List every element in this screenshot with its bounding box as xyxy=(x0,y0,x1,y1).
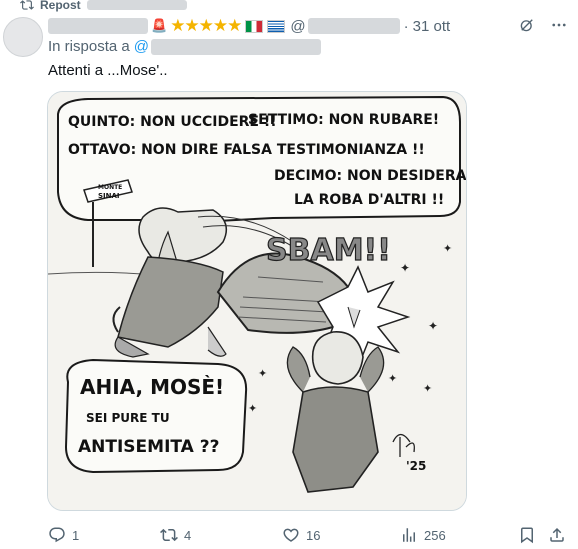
tweet-actions: 1 4 16 256 xyxy=(48,524,568,546)
svg-text:✦: ✦ xyxy=(423,383,432,395)
views-icon xyxy=(403,528,415,542)
comic-illustration: QUINTO: NON UCCIDERE !! SETTIMO: NON RUB… xyxy=(48,92,466,510)
reply-at[interactable]: @ xyxy=(134,38,149,55)
bubble-bottom-line3: ANTISEMITA ?? xyxy=(78,437,219,457)
reply-icon xyxy=(49,527,65,543)
reply-prefix: In risposta a xyxy=(48,38,130,55)
sign-text-sinai: SINAI xyxy=(98,192,120,200)
handle-at: @ xyxy=(290,17,306,35)
bookmark-action[interactable] xyxy=(518,526,536,544)
svg-text:✦: ✦ xyxy=(248,403,257,415)
repost-icon xyxy=(20,0,34,10)
repost-count: 4 xyxy=(184,527,192,543)
reply-count: 1 xyxy=(72,527,80,543)
reply-action[interactable]: 1 xyxy=(48,526,79,544)
more-options-icon[interactable] xyxy=(550,16,568,34)
bubble-line-tenth-a: DECIMO: NON DESIDERARE xyxy=(274,168,466,184)
sign-text-monte: MONTE xyxy=(98,184,122,191)
post-text: Attenti a ...Mose'.. xyxy=(48,62,168,79)
bubble-bottom-line1: AHIA, MOSÈ! xyxy=(80,375,224,399)
bubble-line-fifth: QUINTO: NON UCCIDERE !! xyxy=(68,114,277,130)
sbam-sound-effect: SBAM!! xyxy=(266,233,391,268)
display-name-redacted[interactable] xyxy=(48,18,148,34)
handle-redacted[interactable] xyxy=(307,18,400,34)
heart-icon xyxy=(283,528,299,542)
italy-flag-icon xyxy=(245,19,264,33)
repost-label: Repost xyxy=(40,0,81,12)
tweet-header: 🚨 ★★★★★ @ · 31 ott xyxy=(48,16,568,36)
avatar[interactable] xyxy=(3,17,43,57)
bubble-line-eighth: OTTAVO: NON DIRE FALSA TESTIMONIANZA !! xyxy=(68,142,425,158)
bubble-bottom-line2: SEI PURE TU xyxy=(86,411,170,425)
repost-indicator: Repost xyxy=(20,0,187,13)
views-action[interactable]: 256 xyxy=(400,526,446,544)
share-action[interactable] xyxy=(548,526,566,544)
reply-handle-redacted[interactable] xyxy=(150,38,321,55)
like-count: 16 xyxy=(306,527,321,543)
svg-text:✦: ✦ xyxy=(388,373,397,385)
bubble-line-seventh: SETTIMO: NON RUBARE! xyxy=(248,112,439,128)
post-image[interactable]: QUINTO: NON UCCIDERE !! SETTIMO: NON RUB… xyxy=(47,91,467,511)
grok-icon[interactable] xyxy=(518,16,536,34)
share-icon xyxy=(550,527,564,542)
bubble-line-tenth-b: LA ROBA D'ALTRI !! xyxy=(294,192,444,208)
stars-emoji: ★★★★★ xyxy=(170,16,242,35)
timestamp[interactable]: 31 ott xyxy=(413,18,451,35)
like-action[interactable]: 16 xyxy=(282,526,320,544)
bookmark-icon xyxy=(521,527,533,544)
separator-dot: · xyxy=(403,17,409,35)
svg-text:✦: ✦ xyxy=(443,243,452,255)
svg-text:✦: ✦ xyxy=(258,368,267,380)
views-count: 256 xyxy=(424,527,446,543)
signature-year: '25 xyxy=(406,459,426,473)
siren-emoji: 🚨 xyxy=(151,18,168,33)
repost-action[interactable]: 4 xyxy=(160,526,191,544)
svg-text:✦: ✦ xyxy=(400,261,410,275)
svg-text:✦: ✦ xyxy=(428,319,438,333)
reply-to-line: In risposta a @ xyxy=(48,38,321,55)
greece-flag-icon xyxy=(267,19,286,33)
reposter-name-redacted xyxy=(86,0,187,10)
repost-action-icon xyxy=(160,528,178,542)
